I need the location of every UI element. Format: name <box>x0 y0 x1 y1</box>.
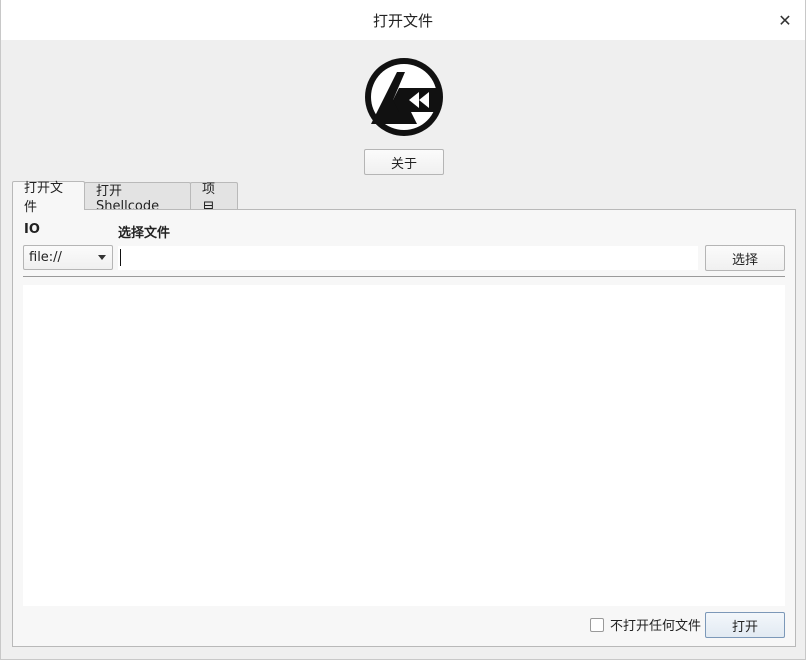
titlebar: 打开文件 ✕ <box>1 0 805 40</box>
no-open-checkbox[interactable] <box>590 617 604 632</box>
tab-panel: IO 选择文件 file:// 选择 不打开任何文件 打开 <box>12 209 796 647</box>
tab-open-shellcode[interactable]: 打开 Shellcode <box>84 182 191 214</box>
tab-bar: 打开文件 打开 Shellcode 项目 <box>12 181 238 216</box>
io-label: IO <box>24 222 40 237</box>
io-dropdown-value: file:// <box>29 250 62 265</box>
about-button[interactable]: 关于 <box>364 149 444 175</box>
tab-project[interactable]: 项目 <box>190 182 238 216</box>
no-open-option[interactable]: 不打开任何文件 <box>590 615 701 634</box>
file-preview-area <box>23 285 785 606</box>
window-title: 打开文件 <box>372 11 433 30</box>
text-cursor <box>120 249 121 266</box>
choose-file-button[interactable]: 选择 <box>705 245 785 271</box>
file-path-input[interactable] <box>118 246 698 270</box>
open-file-dialog: 打开文件 ✕ 关于 打开文件 打开 Shellcode 项目 IO 选择文件 f… <box>0 0 806 660</box>
close-icon[interactable]: ✕ <box>773 8 797 32</box>
select-file-label: 选择文件 <box>118 226 171 241</box>
no-open-label: 不打开任何文件 <box>610 619 702 634</box>
open-button[interactable]: 打开 <box>705 612 785 638</box>
divider <box>23 276 785 277</box>
tab-open-file[interactable]: 打开文件 <box>12 181 85 215</box>
app-logo-icon <box>365 58 443 136</box>
chevron-down-icon <box>98 255 106 260</box>
io-dropdown[interactable]: file:// <box>23 245 113 270</box>
